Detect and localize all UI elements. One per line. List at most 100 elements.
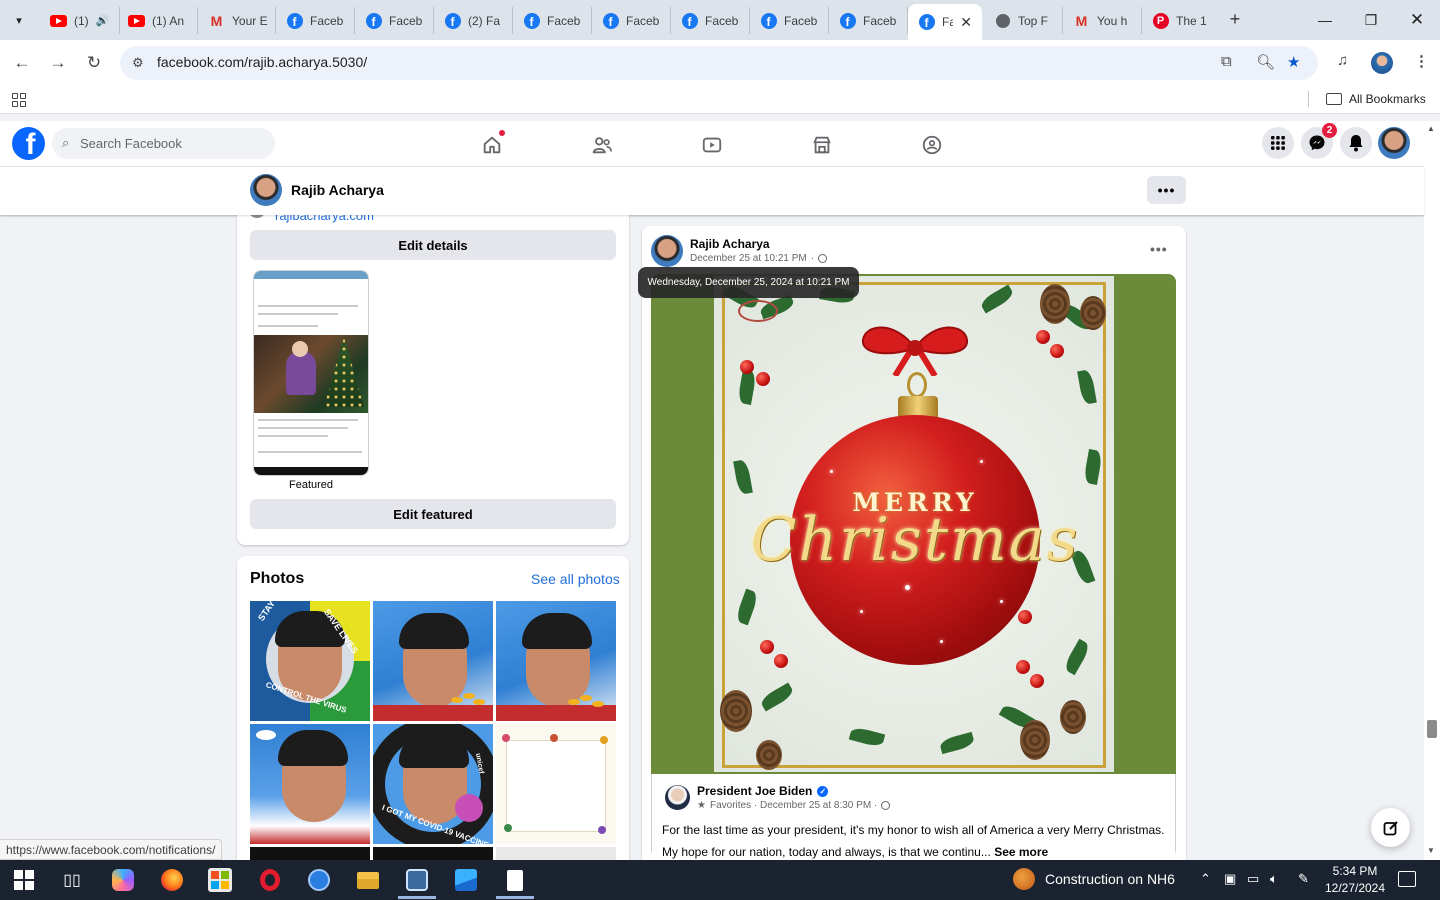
all-bookmarks-label: All Bookmarks bbox=[1349, 92, 1426, 106]
sparkle bbox=[905, 585, 910, 590]
meet-now-icon[interactable]: ▣ bbox=[1224, 871, 1236, 887]
browser-tab[interactable]: f Faceb bbox=[829, 7, 908, 34]
close-tab-icon[interactable]: ✕ bbox=[960, 14, 972, 31]
bookmark-star-icon[interactable]: ★ bbox=[1287, 53, 1300, 71]
coin-decoration bbox=[568, 699, 580, 705]
scrollbar-thumb[interactable] bbox=[1427, 720, 1437, 738]
new-message-button[interactable] bbox=[1371, 808, 1410, 847]
messenger-icon bbox=[1309, 135, 1325, 151]
browser-profile-avatar[interactable] bbox=[1371, 52, 1393, 74]
photo-thumbnail[interactable] bbox=[496, 601, 616, 721]
tab-search-button[interactable]: ▾ bbox=[6, 7, 32, 33]
menu-grid-button[interactable] bbox=[1262, 127, 1294, 159]
post-author-avatar[interactable] bbox=[651, 235, 683, 267]
page-scrollbar[interactable] bbox=[1424, 121, 1440, 860]
url-text[interactable]: facebook.com/rajib.acharya.5030/ bbox=[157, 54, 367, 70]
browser-tab[interactable]: f Faceb bbox=[276, 7, 355, 34]
new-tab-button[interactable]: + bbox=[1224, 8, 1246, 30]
notifications-button[interactable] bbox=[1340, 127, 1372, 159]
home-nav-icon[interactable] bbox=[480, 133, 504, 157]
file-explorer-icon[interactable] bbox=[356, 868, 380, 892]
apps-grid-icon[interactable] bbox=[12, 93, 26, 107]
scroll-up-arrow[interactable]: ▲ bbox=[1427, 124, 1435, 133]
browser-tab[interactable]: f Faceb bbox=[671, 7, 750, 34]
reload-button[interactable]: ↻ bbox=[81, 50, 107, 76]
volume-icon[interactable]: 🔈︎ bbox=[1270, 871, 1278, 887]
photo-thumbnail[interactable]: I GOT MY COVID-19 VACCINE unicef bbox=[373, 724, 493, 844]
remote-desktop-icon[interactable] bbox=[307, 868, 331, 892]
zoom-icon[interactable]: 🔍︎ bbox=[1256, 53, 1275, 71]
search-input[interactable] bbox=[80, 131, 268, 156]
show-hidden-icons-chevron[interactable]: ⌃ bbox=[1200, 871, 1211, 887]
browser-tab[interactable]: M You h bbox=[1063, 7, 1142, 34]
photo-thumbnail[interactable] bbox=[496, 847, 616, 860]
photos-app-icon[interactable] bbox=[454, 868, 478, 892]
post-author-name[interactable]: Rajib Acharya bbox=[690, 237, 770, 251]
facebook-search[interactable]: ⌕ bbox=[52, 128, 275, 159]
featured-story-thumbnail[interactable] bbox=[253, 270, 369, 476]
browser-tab[interactable]: (1) An bbox=[118, 7, 198, 34]
weather-widget[interactable]: Construction on NH6 bbox=[1013, 868, 1175, 890]
speaker-icon[interactable]: 🔊 bbox=[96, 14, 110, 27]
post-more-button[interactable]: ••• bbox=[1150, 241, 1168, 257]
photo-thumbnail[interactable]: STAY ALERT SAVE LIVES CONTROL THE VIRUS bbox=[250, 601, 370, 721]
notification-center-icon[interactable] bbox=[1398, 871, 1416, 887]
start-button[interactable] bbox=[12, 868, 36, 892]
shared-author-name[interactable]: President Joe Biden bbox=[697, 784, 812, 798]
browser-tab[interactable]: f (2) Fa bbox=[434, 7, 513, 34]
forward-button[interactable]: → bbox=[45, 50, 71, 76]
photo-thumbnail[interactable] bbox=[250, 724, 370, 844]
profile-avatar[interactable] bbox=[250, 174, 282, 206]
network-icon[interactable]: ▭ bbox=[1247, 871, 1259, 887]
chrome-app-icon[interactable] bbox=[405, 868, 429, 892]
firefox-icon[interactable] bbox=[160, 868, 184, 892]
profile-name[interactable]: Rajib Acharya bbox=[291, 182, 384, 198]
install-app-icon[interactable]: ⧉ bbox=[1221, 53, 1232, 70]
post-timestamp[interactable]: December 25 at 10:21 PM · bbox=[690, 253, 828, 264]
task-view-icon[interactable]: ▯▯ bbox=[60, 868, 84, 892]
facebook-logo-icon[interactable]: f bbox=[12, 127, 45, 160]
copilot-icon[interactable] bbox=[111, 868, 135, 892]
media-control-icon[interactable]: ♫ bbox=[1337, 52, 1348, 69]
marketplace-nav-icon[interactable] bbox=[810, 133, 834, 157]
browser-tab[interactable]: (1) 🔊 bbox=[40, 7, 120, 34]
scroll-down-arrow[interactable]: ▼ bbox=[1427, 846, 1435, 855]
shared-author[interactable]: President Joe Biden ✓ bbox=[697, 784, 829, 798]
photo-thumbnail[interactable] bbox=[496, 724, 616, 844]
browser-tab[interactable]: M Your E bbox=[198, 7, 276, 34]
close-window-button[interactable]: ✕ bbox=[1397, 6, 1437, 34]
pen-icon[interactable]: ✎ bbox=[1298, 871, 1309, 887]
browser-tab[interactable]: f Faceb bbox=[592, 7, 671, 34]
minimize-button[interactable]: — bbox=[1305, 6, 1345, 34]
browser-tab[interactable]: P The 1 bbox=[1142, 7, 1214, 34]
edit-details-button[interactable]: Edit details bbox=[250, 230, 616, 260]
notepad-icon[interactable] bbox=[503, 868, 527, 892]
see-all-photos-link[interactable]: See all photos bbox=[531, 571, 620, 587]
site-info-icon[interactable]: ⚙ bbox=[132, 55, 144, 71]
photo-thumbnail[interactable] bbox=[250, 847, 370, 860]
browser-tab[interactable]: f Faceb bbox=[750, 7, 829, 34]
browser-menu-icon[interactable]: ⋮ bbox=[1414, 52, 1429, 70]
see-more-link[interactable]: See more bbox=[994, 845, 1048, 859]
friends-nav-icon[interactable] bbox=[590, 133, 614, 157]
browser-tab[interactable]: f Faceb bbox=[355, 7, 434, 34]
groups-nav-icon[interactable] bbox=[920, 133, 944, 157]
edit-featured-button[interactable]: Edit featured bbox=[250, 499, 616, 529]
system-clock[interactable]: 5:34 PM 12/27/2024 bbox=[1322, 863, 1388, 897]
post-date-text[interactable]: December 25 at 10:21 PM bbox=[690, 253, 807, 264]
restore-button[interactable]: ❐ bbox=[1351, 6, 1391, 34]
photo-thumbnail[interactable] bbox=[373, 601, 493, 721]
browser-tab[interactable]: f Faceb bbox=[513, 7, 592, 34]
account-avatar[interactable] bbox=[1378, 127, 1410, 159]
microsoft-store-icon[interactable] bbox=[208, 868, 232, 892]
profile-more-button[interactable]: ••• bbox=[1147, 176, 1186, 204]
browser-tab-active[interactable]: f Fa ✕ bbox=[908, 4, 982, 40]
back-button[interactable]: ← bbox=[9, 50, 35, 76]
photo-thumbnail[interactable] bbox=[373, 847, 493, 860]
all-bookmarks-button[interactable]: All Bookmarks bbox=[1326, 92, 1426, 106]
opera-icon[interactable] bbox=[258, 868, 282, 892]
shared-author-avatar[interactable] bbox=[665, 785, 690, 810]
video-nav-icon[interactable] bbox=[700, 133, 724, 157]
browser-tab[interactable]: Top F bbox=[984, 7, 1063, 34]
address-bar[interactable]: ⚙ facebook.com/rajib.acharya.5030/ ⧉ 🔍︎ … bbox=[120, 46, 1318, 80]
